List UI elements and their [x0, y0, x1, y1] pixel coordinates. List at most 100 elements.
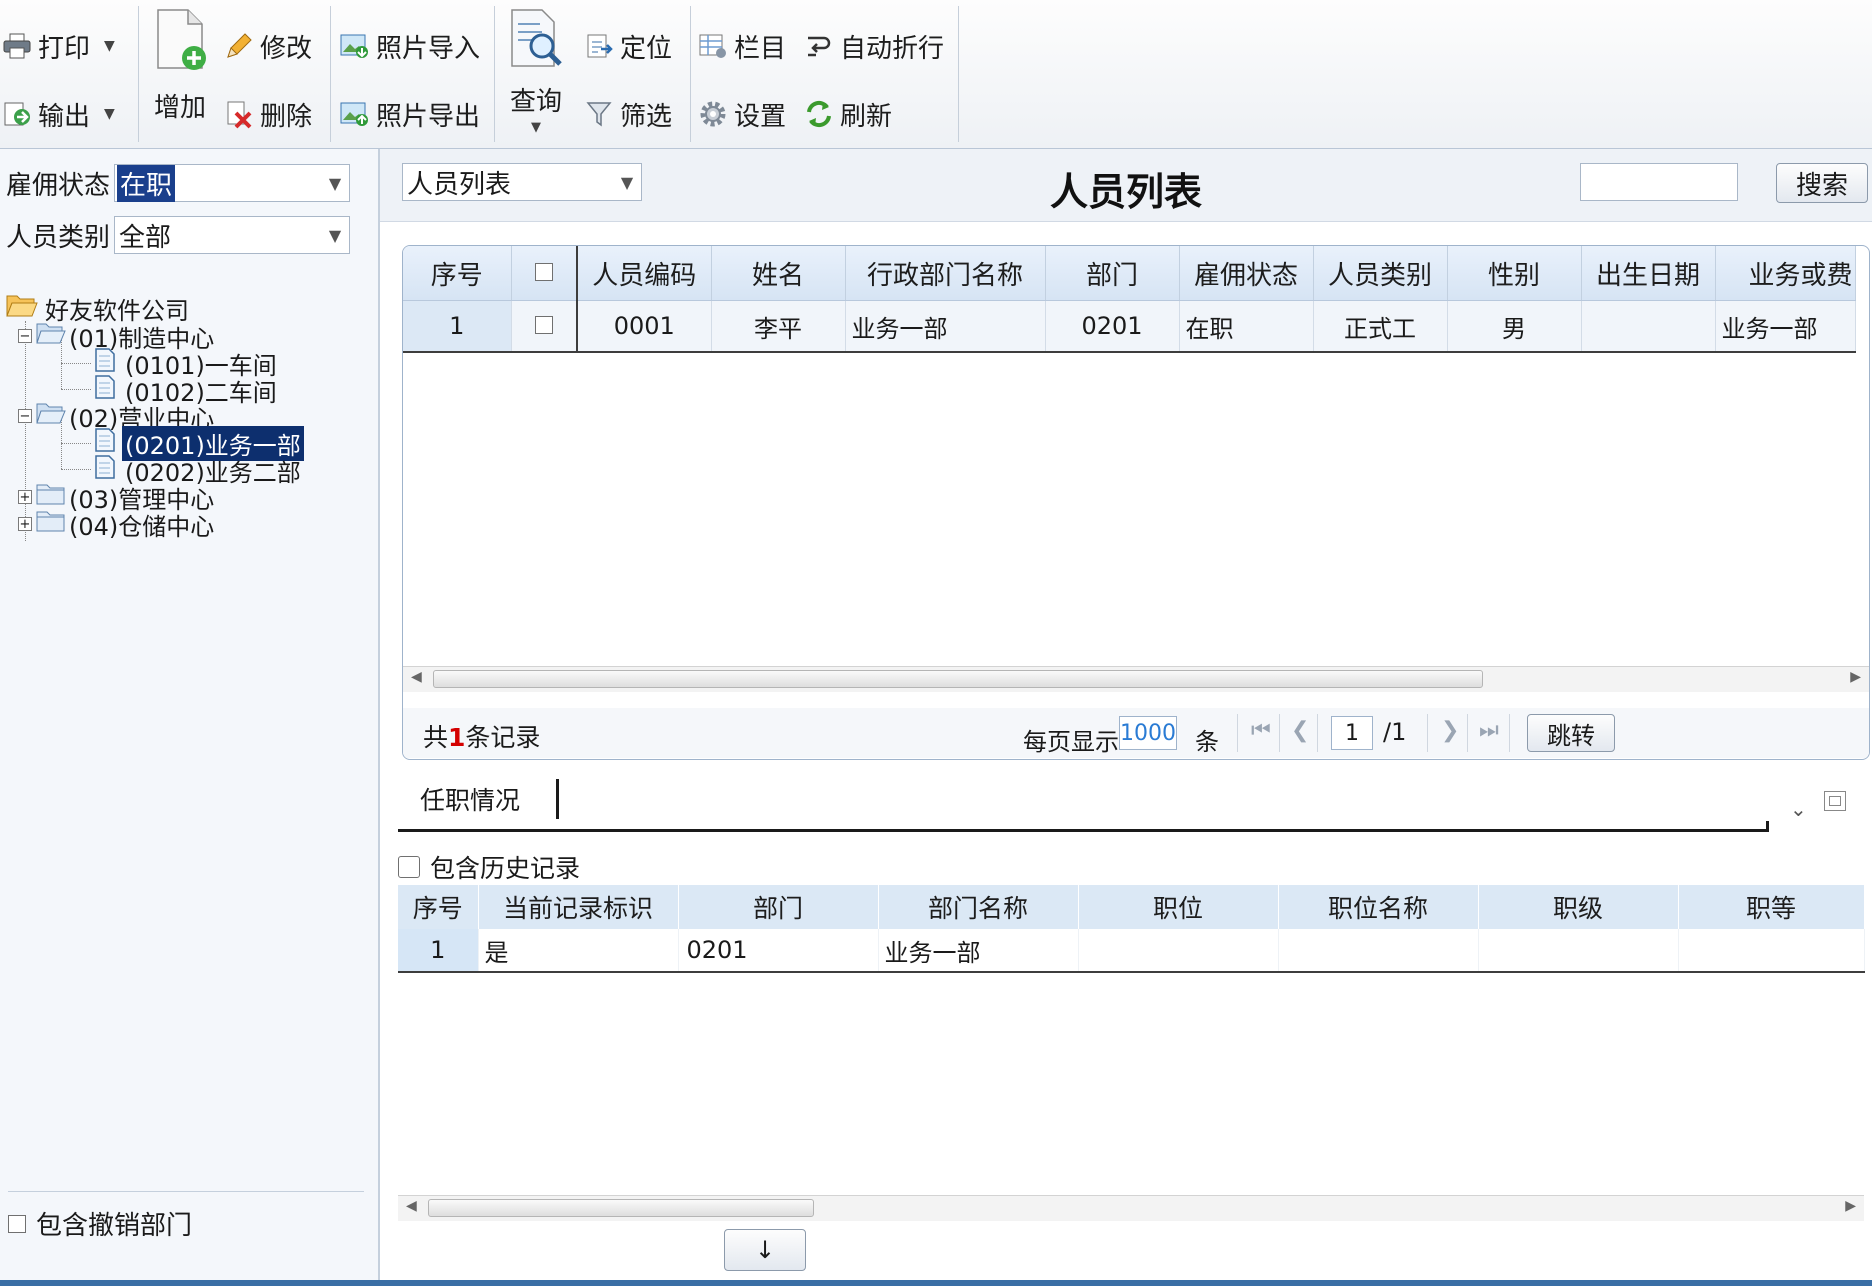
row-select[interactable]	[511, 300, 578, 353]
delete-icon	[224, 99, 254, 129]
edit-button[interactable]: 修改	[224, 26, 312, 66]
chevron-down-icon[interactable]: ⌄	[1790, 797, 1807, 821]
search-button[interactable]: 搜索	[1776, 163, 1868, 203]
col-header[interactable]: 行政部门名称	[845, 246, 1046, 301]
per-page-label: 每页显示	[1023, 728, 1119, 756]
select-all-header[interactable]	[511, 246, 578, 301]
chevron-down-icon[interactable]: ▼	[104, 106, 115, 122]
scrollbar-thumb[interactable]	[433, 670, 1483, 688]
scroll-left-icon[interactable]: ◀	[406, 1198, 417, 1214]
collapse-icon[interactable]: −	[18, 409, 32, 423]
col-header[interactable]: 部门名称	[878, 885, 1079, 929]
col-header[interactable]: 雇佣状态	[1179, 246, 1314, 301]
page-input[interactable]: 1	[1331, 716, 1373, 750]
first-page-icon[interactable]: ⏮	[1251, 718, 1271, 743]
col-header[interactable]: 人员类别	[1313, 246, 1448, 301]
search-input[interactable]	[1580, 163, 1738, 201]
delete-button[interactable]: 删除	[224, 94, 312, 134]
photo-export-button[interactable]: 照片导出	[340, 94, 480, 134]
horizontal-scrollbar[interactable]: ◀ ▶	[398, 1195, 1864, 1221]
chevron-down-icon[interactable]: ▼	[321, 226, 349, 245]
col-header[interactable]: 职级	[1478, 885, 1679, 929]
settings-button[interactable]: 设置	[698, 94, 786, 134]
table-header-row: 序号 人员编码 姓名 行政部门名称 部门 雇佣状态 人员类别 性别 出生日期 业…	[403, 246, 1856, 301]
refresh-icon	[804, 99, 834, 129]
maximize-icon[interactable]	[1824, 791, 1846, 811]
cell-person-code: 0001	[577, 300, 712, 353]
locate-button[interactable]: 定位	[584, 26, 672, 66]
export-icon	[2, 99, 32, 129]
include-revoked-checkbox[interactable]	[8, 1214, 26, 1233]
person-type-label: 人员类别	[6, 222, 111, 253]
left-panel: 雇佣状态 在职 ▼ 人员类别 全部 ▼ 好友软件公司 − (01)制造中心 (0…	[0, 149, 380, 1280]
add-button[interactable]: 增加	[150, 8, 210, 124]
expand-icon[interactable]: +	[18, 517, 32, 531]
col-header[interactable]: 职位名称	[1278, 885, 1479, 929]
auto-wrap-button[interactable]: 自动折行	[804, 26, 944, 66]
expand-icon[interactable]: +	[18, 490, 32, 504]
table-row[interactable]: 1 是 0201 业务一部	[398, 929, 1865, 973]
col-header[interactable]: 出生日期	[1581, 246, 1716, 301]
col-header[interactable]: 人员编码	[577, 246, 712, 301]
next-page-icon[interactable]: ❯	[1441, 718, 1459, 743]
tree-node-04[interactable]: + (04)仓储中心	[18, 509, 217, 541]
table-row[interactable]: 1 0001 李平 业务一部 0201 在职 正式工 男 业务一部	[403, 300, 1856, 353]
table-header-row: 序号 当前记录标识 部门 部门名称 职位 职位名称 职级 职等	[398, 885, 1865, 929]
col-header[interactable]: 当前记录标识	[478, 885, 679, 929]
record-count: 共1条记录	[423, 723, 541, 752]
tab-employment[interactable]: 任职情况	[420, 781, 520, 817]
employment-status-label: 雇佣状态	[6, 170, 111, 201]
title-bar: 人员列表 ▼ 人员列表 搜索	[380, 149, 1872, 222]
down-arrow-button[interactable]: ↓	[724, 1229, 806, 1271]
row-checkbox[interactable]	[534, 316, 553, 334]
query-button[interactable]: 查询 ▼	[506, 8, 566, 135]
per-page-input[interactable]: 1000	[1119, 716, 1177, 750]
cell-position-name	[1278, 929, 1479, 973]
export-button[interactable]: 输出 ▼	[2, 94, 115, 134]
include-revoked-label: 包含撤销部门	[36, 1211, 193, 1241]
pencil-icon	[224, 31, 254, 61]
chevron-down-icon[interactable]: ▼	[531, 120, 541, 135]
photo-export-icon	[340, 99, 370, 129]
person-type-filter: 人员类别 全部 ▼	[6, 215, 350, 255]
col-header[interactable]: 序号	[403, 246, 512, 301]
select-all-checkbox[interactable]	[534, 263, 553, 281]
col-header[interactable]: 职位	[1078, 885, 1279, 929]
cell-gender: 男	[1447, 300, 1582, 353]
collapse-icon[interactable]: −	[18, 329, 32, 343]
photo-import-button[interactable]: 照片导入	[340, 26, 480, 66]
col-header[interactable]: 职等	[1678, 885, 1865, 929]
funnel-icon	[584, 99, 614, 129]
scroll-left-icon[interactable]: ◀	[411, 669, 422, 685]
chevron-down-icon[interactable]: ▼	[104, 38, 115, 54]
horizontal-scrollbar[interactable]: ◀ ▶	[403, 666, 1869, 692]
col-header[interactable]: 业务或费	[1715, 246, 1856, 301]
col-header[interactable]: 姓名	[711, 246, 846, 301]
person-type-select[interactable]: 全部 ▼	[114, 216, 350, 254]
cell-dept-name: 业务一部	[878, 929, 1079, 973]
cell-admin-dept-name: 业务一部	[845, 300, 1046, 353]
scrollbar-thumb[interactable]	[428, 1199, 814, 1217]
employment-status-filter: 雇佣状态 在职 ▼	[6, 163, 350, 203]
chevron-down-icon[interactable]: ▼	[321, 174, 349, 193]
col-header[interactable]: 序号	[398, 885, 479, 929]
last-page-icon[interactable]: ⏭	[1479, 718, 1499, 743]
col-header[interactable]: 部门	[1045, 246, 1180, 301]
employment-status-select[interactable]: 在职 ▼	[114, 164, 350, 202]
columns-button[interactable]: 栏目	[698, 26, 786, 66]
cell-person-type: 正式工	[1313, 300, 1448, 353]
scroll-right-icon[interactable]: ▶	[1845, 1198, 1856, 1214]
col-header[interactable]: 性别	[1447, 246, 1582, 301]
employment-status-value: 在职	[117, 164, 176, 202]
filter-button[interactable]: 筛选	[584, 94, 672, 134]
refresh-button[interactable]: 刷新	[804, 94, 892, 134]
jump-button[interactable]: 跳转	[1527, 714, 1615, 752]
print-button[interactable]: 打印 ▼	[2, 26, 115, 66]
status-strip	[0, 1280, 1872, 1286]
per-page-unit: 条	[1195, 728, 1219, 756]
include-history-checkbox[interactable]	[398, 856, 420, 878]
cell-employment-status: 在职	[1179, 300, 1314, 353]
prev-page-icon[interactable]: ❮	[1291, 718, 1309, 743]
col-header[interactable]: 部门	[678, 885, 879, 929]
scroll-right-icon[interactable]: ▶	[1850, 669, 1861, 685]
